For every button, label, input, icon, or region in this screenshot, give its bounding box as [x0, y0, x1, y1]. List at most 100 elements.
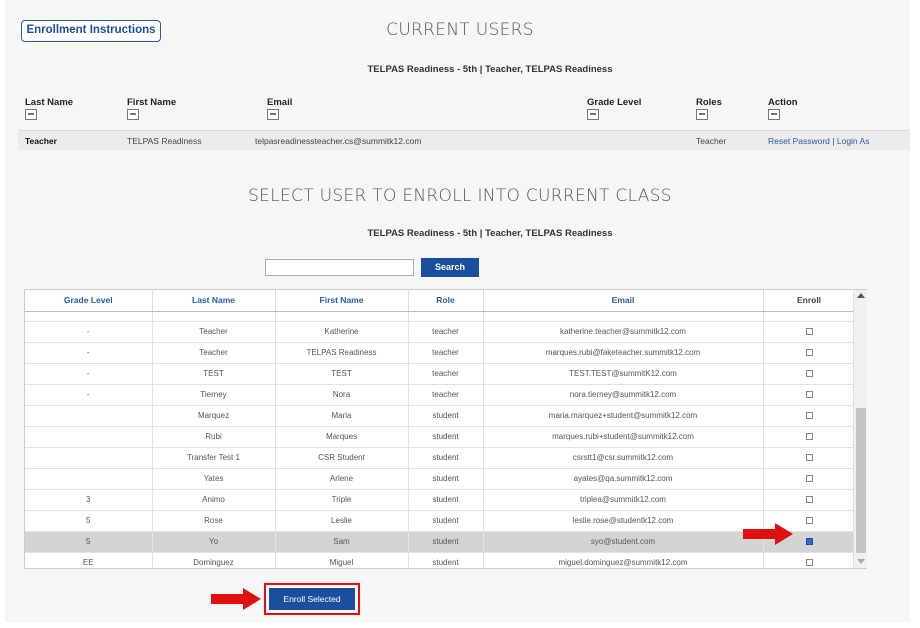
filter-roles-icon[interactable] — [696, 109, 708, 120]
enroll-selected-highlight: Enroll Selected — [264, 583, 360, 615]
enroll-checkbox[interactable] — [805, 328, 813, 336]
role-cell: teacher — [408, 384, 484, 406]
first-name-cell: Miguel — [275, 552, 409, 568]
col-grade-level[interactable]: Grade Level — [25, 290, 153, 312]
enroll-checkbox[interactable] — [805, 475, 813, 483]
enroll-cell — [763, 426, 856, 448]
email-cell: nora.tierney@summitk12.com — [483, 384, 764, 406]
col-role[interactable]: Role — [408, 290, 484, 312]
first-name-cell: Marques — [275, 426, 409, 448]
table-row[interactable]: 5 Rose Leslie student leslie.rose@studentk12… — [25, 510, 856, 532]
enroll-checkbox[interactable] — [805, 412, 813, 420]
email-cell: katherine.teacher@summitk12.com — [483, 321, 764, 343]
reset-password-link[interactable]: Reset Password — [768, 136, 830, 146]
role-cell: student — [408, 552, 484, 568]
last-name-cell: Teacher — [152, 342, 276, 364]
email-cell: syo@student.com — [483, 531, 764, 553]
first-name-cell: Maria — [275, 405, 409, 427]
table-row[interactable]: Marquez Maria student maria.marquez+student… — [25, 405, 856, 427]
scroll-down-icon[interactable] — [857, 559, 865, 564]
enroll-checkbox[interactable] — [805, 454, 813, 462]
filter-action-icon[interactable] — [768, 109, 780, 120]
filter-first-name-icon[interactable] — [127, 109, 139, 120]
filter-email-icon[interactable] — [267, 109, 279, 120]
table-scrollbar[interactable] — [853, 290, 867, 568]
red-arrow-annotation-icon — [211, 588, 261, 610]
first-name-cell: Triple — [275, 489, 409, 511]
role-cell: student — [408, 447, 484, 469]
search-button[interactable]: Search — [421, 258, 479, 277]
scroll-up-icon[interactable] — [857, 293, 865, 298]
role-cell: student — [408, 531, 484, 553]
email-cell: TEST.TEST@summitK12.com — [483, 363, 764, 385]
col-action-header: Action — [768, 97, 798, 108]
search-input[interactable] — [265, 259, 414, 276]
enroll-checkbox[interactable] — [805, 538, 813, 546]
table-row[interactable]: - Tierney Nora teacher nora.tierney@summitk1… — [25, 384, 856, 406]
grade-level-cell: 5 — [25, 510, 153, 532]
grade-level-cell — [25, 447, 153, 469]
enroll-section-subtitle: TELPAS Readiness - 5th | Teacher, TELPAS… — [367, 228, 613, 239]
first-name-cell: Leslie — [275, 510, 409, 532]
action-separator: | — [832, 136, 835, 146]
enroll-checkbox[interactable] — [805, 391, 813, 399]
enroll-checkbox[interactable] — [805, 433, 813, 441]
table-row[interactable]: - TEST TEST teacher TEST.TEST@summitK12.com — [25, 363, 856, 385]
grade-level-cell: - — [25, 321, 153, 343]
table-row[interactable]: - Teacher Katherine teacher katherine.teache… — [25, 321, 856, 343]
last-name-cell: Animo — [152, 489, 276, 511]
current-users-title: CURRENT USERS — [386, 20, 534, 40]
last-name-cell: Rose — [152, 510, 276, 532]
table-row[interactable]: 3 Animo Triple student triplea@summitk12.com — [25, 489, 856, 511]
table-row[interactable]: 5 Yo Sam student syo@student.com — [25, 531, 856, 553]
table-row[interactable]: Rubi Marques student marques.rubi+student@s… — [25, 426, 856, 448]
login-as-link[interactable]: Login As — [837, 136, 870, 146]
grade-level-cell: 3 — [25, 489, 153, 511]
email-cell: miguel.dominguez@summitk12.com — [483, 552, 764, 568]
role-cell: student — [408, 510, 484, 532]
enroll-checkbox[interactable] — [805, 559, 813, 567]
current-user-last-name: Teacher — [25, 136, 57, 146]
col-email[interactable]: Email — [483, 290, 764, 312]
enroll-checkbox[interactable] — [805, 517, 813, 525]
col-first-name[interactable]: First Name — [275, 290, 409, 312]
grade-level-cell: EE — [25, 552, 153, 568]
role-cell: student — [408, 426, 484, 448]
grade-level-cell: - — [25, 342, 153, 364]
last-name-cell: Dominguez — [152, 552, 276, 568]
filter-last-name-icon[interactable] — [25, 109, 37, 120]
enroll-cell — [763, 384, 856, 406]
email-cell: leslie.rose@studentk12.com — [483, 510, 764, 532]
first-name-cell: CSR Student — [275, 447, 409, 469]
email-cell: maria.marquez+student@summitk12.com — [483, 405, 764, 427]
email-cell: triplea@summitk12.com — [483, 489, 764, 511]
enroll-checkbox[interactable] — [805, 370, 813, 378]
filter-grade-level-icon[interactable] — [587, 109, 599, 120]
table-row-partial — [25, 311, 856, 322]
scroll-thumb[interactable] — [856, 408, 866, 553]
col-grade-level-header: Grade Level — [587, 97, 642, 108]
enroll-checkbox[interactable] — [805, 496, 813, 504]
email-cell: marques.rubi@faketeacher.summitk12.com — [483, 342, 764, 364]
role-cell: teacher — [408, 363, 484, 385]
grade-level-cell — [25, 468, 153, 490]
current-users-subtitle: TELPAS Readiness - 5th | Teacher, TELPAS… — [367, 64, 613, 75]
enroll-checkbox[interactable] — [805, 349, 813, 357]
table-row[interactable]: - Teacher TELPAS Readiness teacher marques.r… — [25, 342, 856, 364]
table-row[interactable]: Yates Arlene student ayates@qa.summitk12.co… — [25, 468, 856, 490]
enroll-cell — [763, 342, 856, 364]
col-enroll: Enroll — [763, 290, 856, 312]
first-name-cell: Arlene — [275, 468, 409, 490]
table-row[interactable]: Transfer Test 1 CSR Student student csrstt1… — [25, 447, 856, 469]
last-name-cell: Transfer Test 1 — [152, 447, 276, 469]
role-cell: student — [408, 489, 484, 511]
enroll-cell — [763, 468, 856, 490]
col-last-name[interactable]: Last Name — [152, 290, 276, 312]
col-first-name-header: First Name — [127, 97, 177, 108]
role-cell: teacher — [408, 342, 484, 364]
red-arrow-annotation-icon — [743, 523, 793, 545]
first-name-cell: Nora — [275, 384, 409, 406]
last-name-cell: Yates — [152, 468, 276, 490]
table-row[interactable]: EE Dominguez Miguel student miguel.dominguez… — [25, 552, 856, 568]
enroll-selected-button[interactable]: Enroll Selected — [269, 588, 355, 610]
